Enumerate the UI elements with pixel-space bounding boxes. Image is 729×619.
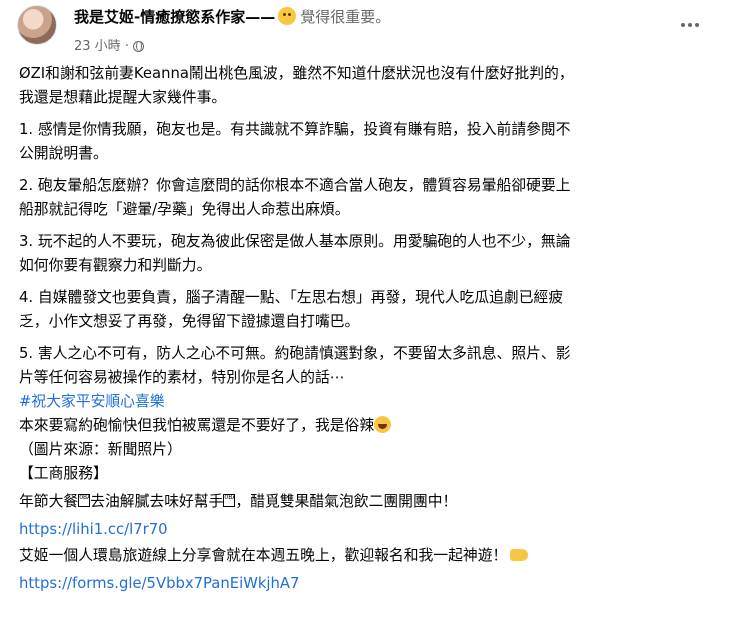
promo-line-1: 年節大餐0BA去油解膩去味好幫手0BA，醋覓雙果醋氣泡飲二團開團中！ (19, 490, 719, 514)
promo1-b: 去油解膩去味好幫手 (90, 493, 224, 510)
laughing-crying-icon (374, 416, 392, 433)
text-line: 我還是想藉此提醒大家幾件事。 (19, 89, 227, 106)
point-3: 3. 玩不起的人不要玩，砲友為彼此保密是做人基本原則。用愛騙砲的人也不少，無論 … (19, 230, 719, 278)
promo-line-2: 艾姬一個人環島旅遊線上分享會就在本週五晚上，歡迎報名和我一起神遊！ (19, 544, 719, 568)
text-line: 乏，小作文想妥了再發，免得留下證據還自打嘴巴。 (19, 313, 360, 330)
promo2-text: 艾姬一個人環島旅遊線上分享會就在本週五晚上，歡迎報名和我一起神遊！ (19, 547, 508, 564)
text-line: 片等任何容易被操作的素材，特別你是名人的話⋯ (19, 369, 345, 386)
hashtag-link[interactable]: #祝大家平安順心喜樂 (19, 390, 719, 414)
missing-glyph-box-icon: 0BA (223, 494, 236, 507)
more-options-icon (681, 23, 685, 27)
pointing-hand-icon (510, 549, 529, 561)
more-options-button[interactable] (672, 11, 708, 39)
image-source: （圖片來源：新聞照片） (19, 441, 182, 458)
text-line: ØZI和謝和弦前妻Keanna鬧出桃色風波，雖然不知道什麼狀況也沒有什麼好批判的… (19, 65, 574, 82)
promo1-c: ，醋覓雙果醋氣泡飲二團開團中！ (235, 493, 458, 510)
text-line: 公開說明書。 (19, 145, 108, 162)
text-line: 2. 砲友暈船怎麼辦？你會這麼問的話你根本不適合當人砲友，體質容易暈船卻硬要上 (19, 177, 571, 194)
thinking-face-icon (278, 7, 297, 25)
header-dash: —— (245, 8, 276, 26)
post-meta: 23 小時 · (74, 35, 144, 54)
promo1-a: 年節大餐 (19, 493, 79, 510)
feeling-text: 覺得很重要。 (300, 8, 391, 26)
post-header: 我是艾姬-情癒撩慾系作家—— 覺得很重要。 (74, 6, 390, 27)
text-line: 如何你要有觀察力和判斷力。 (19, 257, 212, 274)
business-title: 【工商服務】 (19, 465, 108, 482)
post-body: ØZI和謝和弦前妻Keanna鬧出桃色風波，雖然不知道什麼狀況也沒有什麼好批判的… (19, 62, 719, 596)
link-2-line[interactable]: https://forms.gle/5Vbbx7PanEiWkjhA7 (19, 572, 719, 596)
text-line: 船那就記得吃「避暈/孕藥」免得出人命惹出麻煩。 (19, 201, 350, 218)
profile-avatar[interactable] (17, 5, 57, 45)
point-1: 1. 感情是你情我願，砲友也是。有共識就不算詐騙，投資有賺有賠，投入前請參閱不 … (19, 118, 719, 166)
post-intro: ØZI和謝和弦前妻Keanna鬧出桃色風波，雖然不知道什麼狀況也沒有什麼好批判的… (19, 62, 719, 110)
point-5: 5. 害人之心不可有，防人之心不可無。約砲請慎選對象，不要留太多訊息、照片、影 … (19, 342, 719, 390)
forms-link[interactable]: https://forms.gle/5Vbbx7PanEiWkjhA7 (19, 575, 299, 592)
meta-separator: · (124, 39, 129, 54)
text-line: 4. 自媒體發文也要負責，腦子清醒一點、「左思右想」再發，現代人吃瓜追劇已經疲 (19, 289, 564, 306)
link-1-line[interactable]: https://lihi1.cc/l7r70 (19, 518, 719, 542)
text-line: 1. 感情是你情我願，砲友也是。有共識就不算詐騙，投資有賺有賠，投入前請參閱不 (19, 121, 571, 138)
text-line: 3. 玩不起的人不要玩，砲友為彼此保密是做人基本原則。用愛騙砲的人也不少，無論 (19, 233, 571, 250)
author-name[interactable]: 我是艾姬-情癒撩慾系作家 (74, 8, 245, 26)
closing-line: 本來要寫約砲愉快但我怕被罵還是不要好了，我是俗辣 (19, 414, 719, 438)
more-options-icon (688, 23, 692, 27)
point-4: 4. 自媒體發文也要負責，腦子清醒一點、「左思右想」再發，現代人吃瓜追劇已經疲 … (19, 286, 719, 334)
missing-glyph-box-icon: 0BA (78, 494, 91, 507)
point-2: 2. 砲友暈船怎麼辦？你會這麼問的話你根本不適合當人砲友，體質容易暈船卻硬要上 … (19, 174, 719, 222)
text-line: 5. 害人之心不可有，防人之心不可無。約砲請慎選對象，不要留太多訊息、照片、影 (19, 345, 571, 362)
hashtag[interactable]: #祝大家平安順心喜樂 (19, 393, 165, 410)
lihi-link[interactable]: https://lihi1.cc/l7r70 (19, 521, 168, 538)
more-options-icon (695, 23, 699, 27)
timestamp[interactable]: 23 小時 (74, 39, 121, 54)
closing-text: 本來要寫約砲愉快但我怕被罵還是不要好了，我是俗辣 (19, 417, 375, 434)
globe-icon[interactable] (132, 41, 144, 52)
